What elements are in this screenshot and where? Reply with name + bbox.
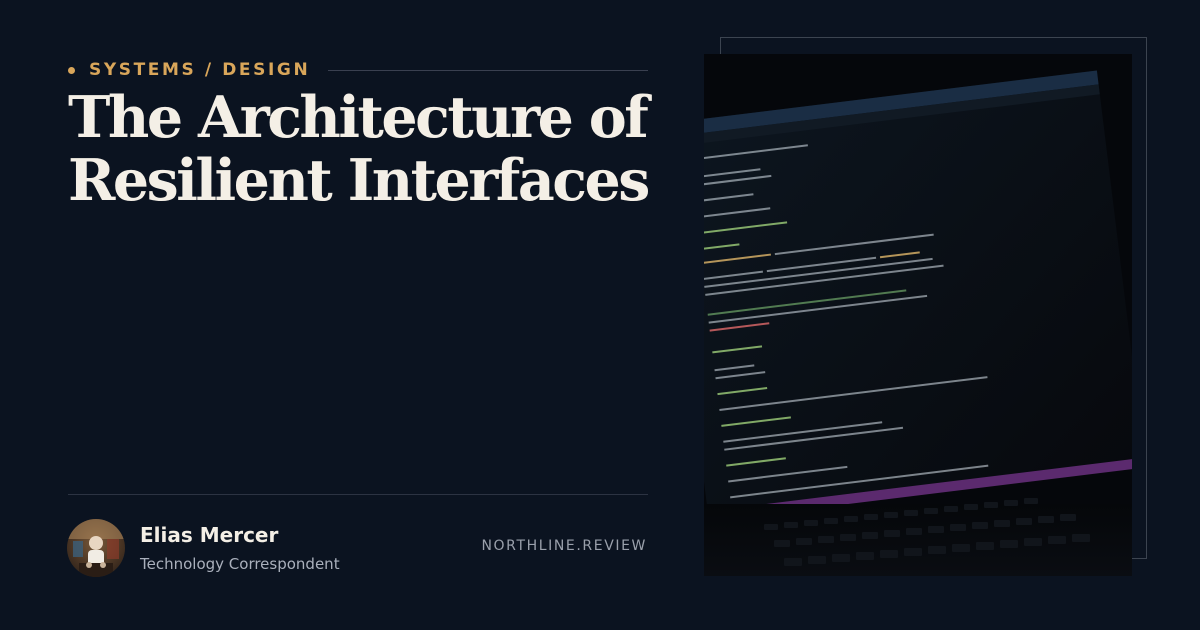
author-role: Technology Correspondent [140,555,340,573]
site-name: NORTHLINE.REVIEW [481,538,647,554]
category-line: SYSTEMS / DESIGN [68,58,648,82]
avatar-photo [67,519,125,577]
category-dot [68,66,75,74]
article-card: SYSTEMS / DESIGN The Architecture of Res… [0,0,1200,630]
hero-image [704,54,1132,576]
headline: The Architecture of Resilient Interfaces [68,86,668,212]
category-rule [328,69,648,71]
category-label: SYSTEMS / DESIGN [89,60,311,80]
byline-divider [68,494,648,495]
author-avatar [67,519,125,577]
author-name: Elias Mercer [140,523,279,547]
headline-line-2: Resilient Interfaces [68,147,650,214]
laptop-code-image [704,54,1132,576]
headline-line-1: The Architecture of [68,84,649,151]
